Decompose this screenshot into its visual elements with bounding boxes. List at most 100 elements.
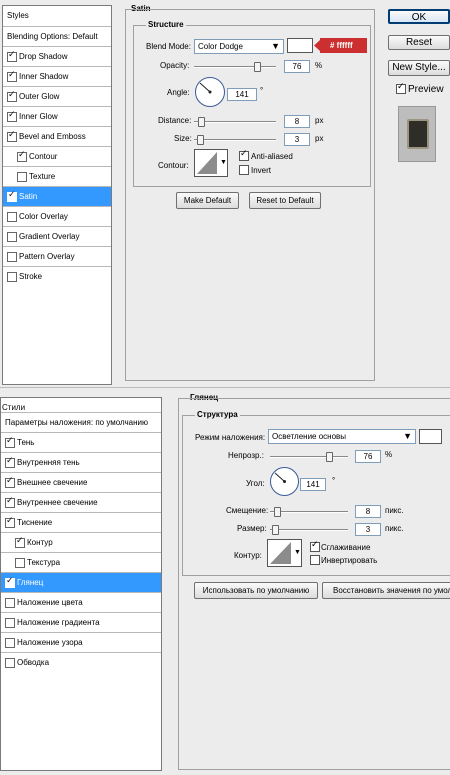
style-list-item[interactable]: Drop Shadow [3,46,111,66]
style-checkbox[interactable] [5,638,15,648]
ok-button[interactable]: OK [388,9,450,24]
reset-to-default-button-ru[interactable]: Восстановить значения по умолчанию [322,582,450,599]
style-checkbox[interactable] [17,172,27,182]
angle-dial-ru[interactable] [270,467,299,496]
style-list-item[interactable]: Внутренняя тень [1,452,161,472]
blend-mode-value-ru: Осветление основы [272,432,347,441]
size-input[interactable]: 3 [284,133,310,146]
style-list-item[interactable]: Текстура [1,552,161,572]
angle-unit: ° [260,86,264,95]
style-checkbox[interactable] [5,598,15,608]
contour-picker[interactable]: ▼ [194,149,228,177]
anti-aliased-checkbox-ru[interactable]: ✓ [310,540,320,552]
angle-input-ru[interactable]: 141 [300,478,326,491]
preview-checkbox[interactable]: ✓ [396,82,406,94]
reset-button[interactable]: Reset [388,35,450,50]
size-slider-thumb-ru[interactable] [272,525,279,535]
style-list-item[interactable]: Тень [1,432,161,452]
style-checkbox[interactable] [5,436,15,448]
style-checkbox[interactable] [7,130,17,142]
style-checkbox[interactable] [7,50,17,62]
angle-dial-needle [274,472,286,483]
style-list-item[interactable]: Наложение цвета [1,592,161,612]
blend-mode-label: Blend Mode: [146,42,191,51]
style-checkbox[interactable] [5,456,15,468]
style-list-item[interactable]: Gradient Overlay [3,226,111,246]
style-list-item[interactable]: Параметры наложения: по умолчанию [1,412,161,432]
style-checkbox[interactable] [5,496,15,508]
style-list-item-label: Inner Glow [19,112,58,121]
style-list-item[interactable]: Внутреннее свечение [1,492,161,512]
style-list-item[interactable]: Bevel and Emboss [3,126,111,146]
opacity-slider-ru[interactable] [270,456,348,458]
style-checkbox[interactable] [7,110,17,122]
opacity-slider-thumb-ru[interactable] [326,452,333,462]
invert-checkbox-ru[interactable] [310,555,320,565]
style-list-item[interactable]: Inner Shadow [3,66,111,86]
style-list-item[interactable]: Наложение градиента [1,612,161,632]
style-list-item[interactable]: Blending Options: Default [3,26,111,46]
style-list-item[interactable]: Внешнее свечение [1,472,161,492]
opacity-input-ru[interactable]: 76 [355,450,381,463]
style-checkbox[interactable] [7,212,17,222]
angle-input[interactable]: 141 [227,88,257,101]
style-list-item[interactable]: Тиснение [1,512,161,532]
distance-slider-thumb[interactable] [198,117,205,127]
reset-to-default-button[interactable]: Reset to Default [249,192,321,209]
style-checkbox[interactable] [7,190,17,202]
style-list-item[interactable]: Pattern Overlay [3,246,111,266]
size-input-ru[interactable]: 3 [355,523,381,536]
style-checkbox[interactable] [5,476,15,488]
opacity-slider[interactable] [194,66,276,68]
color-swatch-ru[interactable] [419,429,442,444]
style-checkbox[interactable] [15,536,25,548]
style-checkbox[interactable] [5,658,15,668]
opacity-input[interactable]: 76 [284,60,310,73]
style-list-item[interactable]: Обводка [1,652,161,672]
distance-input-ru[interactable]: 8 [355,505,381,518]
blend-mode-select[interactable]: Color Dodge ▼ [194,39,284,54]
style-list-item[interactable]: Inner Glow [3,106,111,126]
style-checkbox[interactable] [7,70,17,82]
distance-slider-thumb-ru[interactable] [274,507,281,517]
style-list-item[interactable]: Texture [3,166,111,186]
color-swatch[interactable] [287,38,313,53]
style-list-item-label: Stroke [19,272,43,281]
anti-aliased-label-ru: Сглаживание [321,543,371,552]
size-slider-thumb[interactable] [197,135,204,145]
contour-picker-ru[interactable]: ▼ [267,539,302,567]
style-list-item[interactable]: Color Overlay [3,206,111,226]
style-list-item[interactable]: Satin [3,186,111,206]
style-list-item[interactable]: Stroke [3,266,111,286]
distance-input[interactable]: 8 [284,115,310,128]
make-default-button[interactable]: Make Default [176,192,239,209]
style-list-item[interactable]: Глянец [1,572,161,592]
invert-checkbox[interactable] [239,165,249,175]
style-checkbox[interactable] [7,252,17,262]
style-checkbox[interactable] [5,576,15,588]
make-default-button-ru[interactable]: Использовать по умолчанию [194,582,318,599]
blend-mode-select-ru[interactable]: Осветление основы ▼ [268,429,416,444]
style-list-item-label: Наложение градиента [17,618,100,627]
structure-title: Structure [146,20,186,29]
size-slider[interactable] [194,139,276,141]
style-list-item[interactable]: Outer Glow [3,86,111,106]
distance-slider-ru[interactable] [270,511,348,513]
style-list-item[interactable]: Contour [3,146,111,166]
size-slider-ru[interactable] [270,529,348,531]
opacity-slider-thumb[interactable] [254,62,261,72]
style-checkbox[interactable] [7,272,17,282]
style-list-item-label: Color Overlay [19,212,68,221]
style-checkbox[interactable] [5,516,15,528]
style-checkbox[interactable] [5,618,15,628]
distance-slider[interactable] [194,121,276,123]
angle-dial[interactable] [195,77,225,107]
style-checkbox[interactable] [7,90,17,102]
style-list-item[interactable]: Контур [1,532,161,552]
style-list-item[interactable]: Наложение узора [1,632,161,652]
style-checkbox[interactable] [17,150,27,162]
anti-aliased-checkbox[interactable]: ✓ [239,149,249,161]
style-checkbox[interactable] [7,232,17,242]
new-style-button[interactable]: New Style... [388,60,450,76]
style-checkbox[interactable] [15,558,25,568]
